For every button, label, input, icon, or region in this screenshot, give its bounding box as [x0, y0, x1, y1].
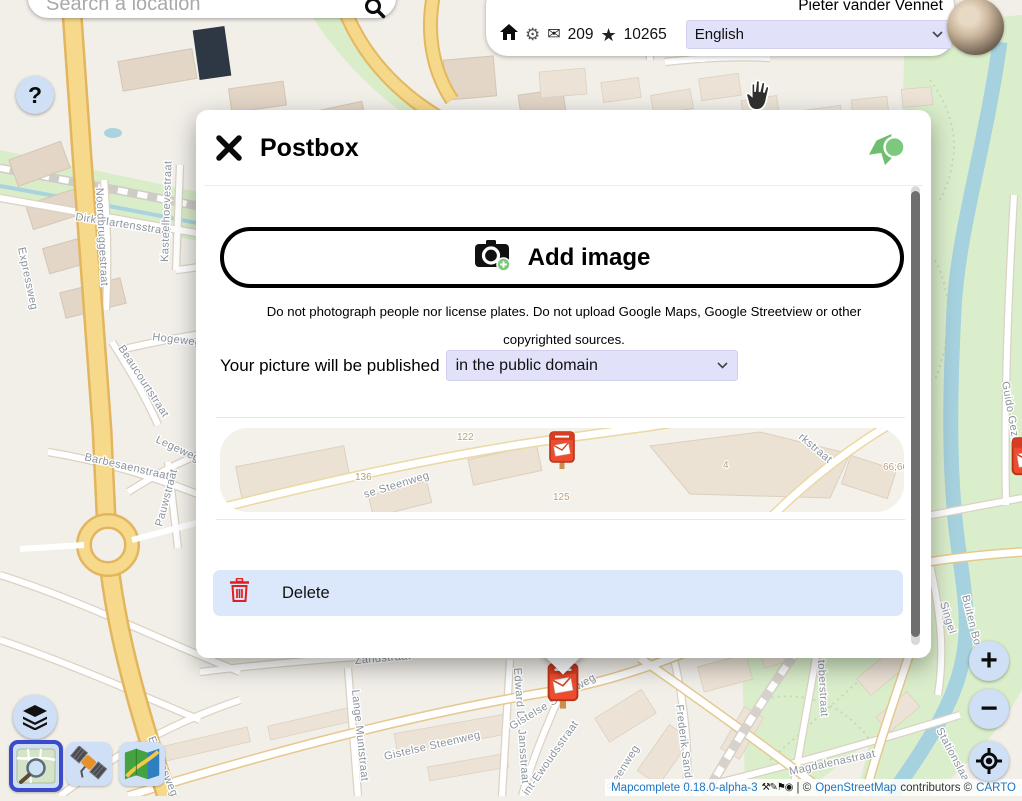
minimap-label: 136	[355, 472, 372, 483]
license-row: Your picture will be published in the pu…	[220, 350, 738, 381]
close-icon[interactable]	[215, 134, 243, 162]
attribution-contributors: contributors ©	[900, 782, 972, 794]
minimap-svg: 122 136 se Steenweg 125 4 rkstraat 66;66	[220, 428, 904, 512]
carto-link[interactable]: CARTO	[976, 782, 1016, 794]
attribution-bar: Mapcomplete 0.18.0-alpha-3 ⚒✎⚑◉ | © OpenS…	[605, 779, 1022, 796]
modal-scrollbar[interactable]	[911, 191, 920, 637]
home-icon[interactable]	[500, 24, 518, 46]
license-select-value: in the public domain	[456, 357, 598, 375]
version-link[interactable]: Mapcomplete 0.18.0-alpha-3	[611, 782, 757, 794]
mail-icon[interactable]: ✉	[547, 27, 560, 43]
postbox-marker-edge[interactable]	[1010, 437, 1022, 490]
background-map-button[interactable]	[119, 742, 165, 786]
star-count: 10265	[624, 26, 667, 44]
search-input[interactable]	[44, 0, 348, 17]
user-avatar[interactable]	[947, 0, 1004, 55]
geolocate-button[interactable]	[969, 741, 1009, 781]
zoom-in-button[interactable]: +	[969, 641, 1009, 681]
license-prefix-label: Your picture will be published	[220, 356, 440, 376]
hand-cursor-icon	[742, 78, 772, 116]
satellite-icon	[70, 746, 108, 782]
gear-icon[interactable]: ⚙	[525, 26, 540, 43]
postbox-icon	[1010, 437, 1022, 485]
minimap[interactable]: 122 136 se Steenweg 125 4 rkstraat 66;66	[220, 428, 904, 512]
delete-label: Delete	[282, 584, 330, 603]
image-license-note: Do not photograph people nor license pla…	[236, 298, 892, 354]
star-icon: ★	[601, 26, 617, 44]
camera-icon	[474, 239, 512, 277]
chevron-down-icon	[717, 362, 728, 369]
user-panel-row: ⚙ ✉ 209 ★ 10265 English	[500, 20, 988, 49]
language-select-value: English	[695, 26, 744, 43]
divider	[216, 417, 905, 418]
crosshair-icon	[975, 747, 1003, 775]
osm-map-icon	[16, 748, 56, 784]
help-button[interactable]: ?	[16, 76, 54, 114]
feature-popup: Postbox Add image Do not photograph peop…	[196, 110, 931, 658]
zoom-out-button[interactable]: −	[969, 689, 1009, 729]
background-satellite-button[interactable]	[66, 742, 112, 786]
divider	[216, 519, 905, 520]
folded-map-icon	[122, 746, 162, 782]
search-bar[interactable]	[28, 0, 396, 18]
mapcomplete-logo-icon	[867, 132, 905, 173]
minus-icon: −	[980, 692, 998, 726]
license-select[interactable]: in the public domain	[446, 350, 738, 381]
minimap-label: 125	[553, 492, 570, 503]
content-divider	[204, 185, 923, 186]
question-icon: ?	[28, 82, 42, 109]
username: Pieter vander Vennet	[798, 0, 943, 15]
minimap-label: 4	[723, 460, 729, 471]
language-select[interactable]: English	[686, 20, 952, 49]
modal-scrollbar-track	[911, 186, 920, 645]
osm-link[interactable]: OpenStreetMap	[815, 782, 896, 794]
minimap-label: 66;66	[883, 462, 904, 473]
layers-button[interactable]	[13, 695, 57, 739]
search-icon[interactable]	[364, 0, 386, 24]
plus-icon: +	[980, 644, 998, 678]
attribution-icons: ⚒✎⚑◉	[762, 782, 793, 793]
attribution-separator: | ©	[797, 782, 812, 794]
chevron-down-icon	[932, 31, 943, 38]
add-image-button[interactable]: Add image	[220, 227, 904, 288]
add-image-label: Add image	[528, 244, 651, 272]
minimap-label: 122	[457, 432, 474, 443]
mail-count: 209	[568, 26, 594, 44]
trash-icon	[229, 578, 250, 608]
delete-button[interactable]: Delete	[213, 570, 903, 616]
popup-title: Postbox	[260, 134, 359, 163]
background-osm-button[interactable]	[9, 740, 63, 792]
layers-icon	[21, 704, 49, 730]
